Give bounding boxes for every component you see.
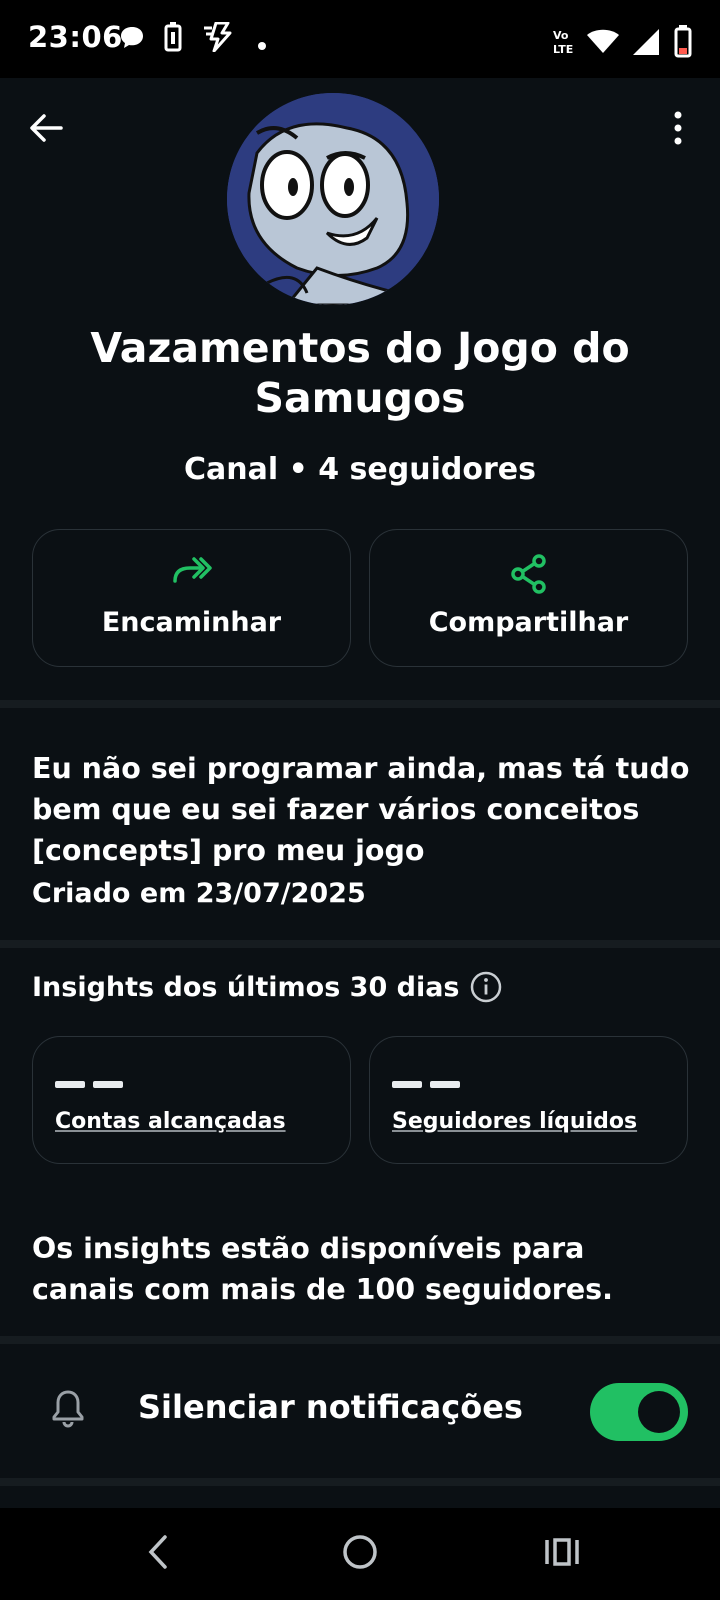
more-options-button[interactable] xyxy=(648,98,708,158)
mute-notifications-label: Silenciar notificações xyxy=(138,1388,523,1426)
channel-info-page: Vazamentos do Jogo do Samugos Canal • 4 … xyxy=(0,78,720,1508)
battery-saver-icon xyxy=(164,22,182,56)
channel-subtitle: Canal • 4 seguidores xyxy=(184,452,536,487)
nav-recents-button[interactable] xyxy=(522,1522,602,1582)
back-button[interactable] xyxy=(16,98,76,158)
share-icon xyxy=(510,554,546,594)
insight-card-reached: Contas alcançadas xyxy=(32,1036,351,1164)
back-nav-icon xyxy=(148,1535,167,1569)
nav-home-button[interactable] xyxy=(320,1522,400,1582)
insight-label: Contas alcançadas xyxy=(55,1109,286,1134)
flash-icon xyxy=(202,21,234,56)
share-button[interactable]: Compartilhar xyxy=(369,529,688,667)
arrow-left-icon xyxy=(30,114,63,142)
dot-icon xyxy=(257,36,267,55)
status-bar: 23:06 Vo LTE xyxy=(0,0,720,78)
more-vertical-icon xyxy=(674,111,682,145)
channel-created-date: Criado em 23/07/2025 xyxy=(32,878,366,909)
svg-text:LTE: LTE xyxy=(553,43,573,56)
toggle-knob xyxy=(638,1391,680,1433)
status-time: 23:06 xyxy=(28,20,123,54)
share-label: Compartilhar xyxy=(428,607,629,638)
forward-icon xyxy=(172,557,212,583)
chat-bubble-icon xyxy=(118,24,146,56)
info-icon[interactable] xyxy=(470,971,502,1003)
section-divider xyxy=(0,940,720,948)
insight-value-placeholder xyxy=(55,1081,85,1088)
home-nav-icon xyxy=(343,1535,377,1569)
cartoon-avatar-image xyxy=(227,93,439,305)
battery-icon xyxy=(674,24,692,62)
section-divider xyxy=(0,700,720,708)
system-navigation-bar xyxy=(0,1508,720,1600)
bell-icon xyxy=(50,1388,86,1432)
recents-nav-icon xyxy=(545,1538,579,1566)
mute-notifications-toggle[interactable] xyxy=(590,1383,688,1441)
forward-label: Encaminhar xyxy=(101,607,282,638)
insights-heading-text: Insights dos últimos 30 dias xyxy=(32,971,460,1003)
insights-heading: Insights dos últimos 30 dias xyxy=(32,971,502,1003)
volte-icon: Vo LTE xyxy=(550,28,578,60)
section-divider xyxy=(0,1336,720,1344)
section-divider xyxy=(0,1478,720,1486)
signal-icon xyxy=(632,28,660,60)
mute-notifications-row[interactable]: Silenciar notificações xyxy=(0,1348,720,1476)
nav-back-button[interactable] xyxy=(118,1522,198,1582)
wifi-icon xyxy=(586,28,620,58)
channel-name: Vazamentos do Jogo do Samugos xyxy=(90,324,630,422)
insight-label: Seguidores líquidos xyxy=(392,1109,638,1134)
insight-value-placeholder xyxy=(430,1081,460,1088)
channel-avatar[interactable] xyxy=(227,93,439,305)
insights-note: Os insights estão disponíveis para canai… xyxy=(32,1232,613,1306)
insight-value-placeholder xyxy=(392,1081,422,1088)
svg-text:Vo: Vo xyxy=(553,29,569,42)
forward-button[interactable]: Encaminhar xyxy=(32,529,351,667)
channel-description: Eu não sei programar ainda, mas tá tudo … xyxy=(32,752,690,867)
insight-card-net-followers: Seguidores líquidos xyxy=(369,1036,688,1164)
insight-value-placeholder xyxy=(93,1081,123,1088)
